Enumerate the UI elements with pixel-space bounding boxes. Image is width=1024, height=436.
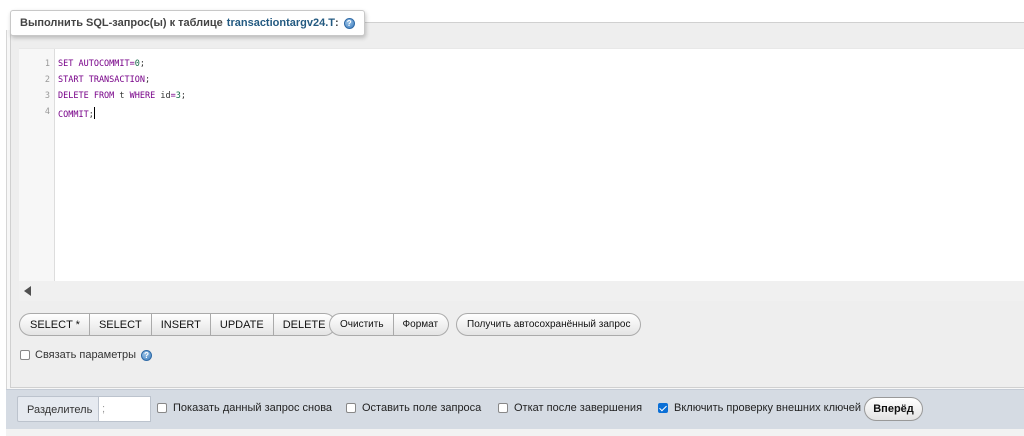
clear-button[interactable]: Очистить xyxy=(329,313,394,336)
insert-button[interactable]: INSERT xyxy=(151,313,211,336)
show-query-again-option[interactable]: Показать данный запрос снова xyxy=(157,402,332,414)
retain-query-box-option[interactable]: Оставить поле запроса xyxy=(346,402,481,414)
format-button[interactable]: Формат xyxy=(393,313,450,336)
line-number: 2 xyxy=(44,75,50,85)
rollback-when-finished-label[interactable]: Откат после завершения xyxy=(514,402,642,414)
code-token: ; xyxy=(180,91,186,101)
autosave-group: Получить автосохранённый запрос xyxy=(456,313,642,336)
bind-params-checkbox[interactable] xyxy=(20,350,30,360)
update-button[interactable]: UPDATE xyxy=(210,313,274,336)
legend-colon: : xyxy=(335,17,339,29)
code-token: START TRANSACTION xyxy=(58,75,145,85)
select-button[interactable]: SELECT xyxy=(89,313,152,336)
code-token: id xyxy=(155,91,171,101)
go-button[interactable]: Вперёд xyxy=(864,397,923,421)
retain-query-box-checkbox[interactable] xyxy=(346,403,356,413)
format-buttons: Очистить Формат xyxy=(329,313,450,336)
line-number: 4 xyxy=(44,107,50,117)
rollback-when-finished-option[interactable]: Откат после завершения xyxy=(498,402,642,414)
delimiter-box: Разделитель ; xyxy=(17,396,151,422)
foreign-key-checks-label[interactable]: Включить проверку внешних ключей xyxy=(674,402,861,414)
foreign-key-checks-option[interactable]: Включить проверку внешних ключей xyxy=(658,402,861,414)
code-line[interactable]: SET AUTOCOMMIT=0; xyxy=(58,59,145,69)
bind-params-option[interactable]: Связать параметры ? xyxy=(20,349,153,361)
rollback-when-finished-checkbox[interactable] xyxy=(498,403,508,413)
code-line[interactable]: DELETE FROM t WHERE id=3; xyxy=(58,91,186,101)
horizontal-scrollbar[interactable] xyxy=(19,281,1024,301)
delimiter-input[interactable]: ; xyxy=(98,396,151,422)
sql-query-legend: Выполнить SQL-запрос(ы) к таблице transa… xyxy=(10,10,365,36)
legend-prefix: Выполнить SQL-запрос(ы) к таблице xyxy=(20,17,223,29)
code-line[interactable]: START TRANSACTION; xyxy=(58,75,150,85)
line-number: 1 xyxy=(44,59,50,69)
select-star-button[interactable]: SELECT * xyxy=(19,313,90,336)
show-query-again-label[interactable]: Показать данный запрос снова xyxy=(173,402,332,414)
text-cursor xyxy=(93,107,95,119)
show-query-again-checkbox[interactable] xyxy=(157,403,167,413)
code-token: ; xyxy=(139,59,146,69)
line-number: 3 xyxy=(44,91,50,101)
query-template-buttons: SELECT * SELECT INSERT UPDATE DELETE xyxy=(19,313,337,336)
foreign-key-checks-checkbox[interactable] xyxy=(658,403,668,413)
bind-params-help-icon[interactable]: ? xyxy=(141,349,153,361)
code-line[interactable]: COMMIT; xyxy=(58,107,95,120)
bottom-options-bar: Разделитель ; Показать данный запрос сно… xyxy=(6,389,1024,429)
code-token: ; xyxy=(145,75,151,85)
delete-button[interactable]: DELETE xyxy=(273,313,337,336)
scroll-left-arrow-icon[interactable] xyxy=(24,286,31,296)
code-token: COMMIT xyxy=(58,110,89,120)
retain-query-box-label[interactable]: Оставить поле запроса xyxy=(362,402,481,414)
bind-params-label[interactable]: Связать параметры xyxy=(35,349,136,361)
code-token: t xyxy=(114,91,130,101)
sql-editor[interactable]: 1 2 3 4 SET AUTOCOMMIT=0; START TRANSACTION;… xyxy=(19,48,1024,301)
code-token: SET AUTOCOMMIT xyxy=(58,59,130,69)
bottom-strip xyxy=(6,429,1024,436)
delimiter-label: Разделитель xyxy=(27,404,93,416)
help-icon[interactable]: ? xyxy=(343,17,355,29)
code-token: WHERE xyxy=(129,91,156,101)
get-autosaved-query-button[interactable]: Получить автосохранённый запрос xyxy=(456,313,642,336)
legend-table-name: transactiontargv24.T xyxy=(226,17,335,29)
line-number-gutter: 1 2 3 4 xyxy=(19,49,55,281)
code-token: DELETE FROM xyxy=(58,91,115,101)
